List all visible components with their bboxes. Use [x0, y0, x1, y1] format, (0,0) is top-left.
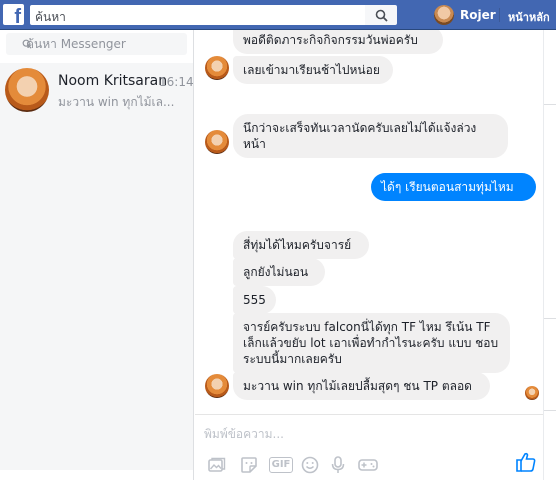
- like-button[interactable]: [515, 451, 537, 473]
- search-icon: [22, 39, 32, 49]
- divider: [499, 8, 500, 22]
- divider: [544, 410, 556, 411]
- microphone-icon: [331, 456, 345, 473]
- top-navigation-bar: f Rojer หน้าหลัก: [0, 0, 556, 30]
- message-incoming: จารย์ครับระบบ falconนี่ได้ทุก TF ไหม รึเ…: [233, 313, 510, 373]
- sidebar-empty-area: [0, 153, 193, 470]
- message-thread[interactable]: พอดีติดภาระกิจกิจกรรมวันพ่อครับ เลยเข้าม…: [195, 30, 543, 414]
- voice-clip-button[interactable]: [328, 455, 348, 475]
- message-incoming: ลูกยังไม่นอน: [233, 258, 325, 286]
- facebook-logo-icon[interactable]: f: [3, 4, 24, 25]
- message-incoming: 555: [233, 286, 276, 314]
- seen-indicator: [525, 386, 539, 400]
- message-incoming: สี่ทุ่มได้ไหมครับจารย์: [233, 231, 369, 259]
- search-icon: [375, 9, 388, 22]
- conversation-time: 16:14: [159, 75, 194, 89]
- message-incoming: มะวาน win ทุกไม้เลยปลื้มสุดๆ ชน TP ตลอด: [233, 372, 490, 400]
- sticker-button[interactable]: [239, 455, 259, 475]
- gamepad-icon: [358, 459, 378, 471]
- conversation-item[interactable]: Noom Kritsaran 16:14 มะวาน win ทุกไม้เล.…: [0, 63, 194, 153]
- gif-button[interactable]: GIF: [268, 455, 294, 475]
- contact-name: Noom Kritsaran: [58, 73, 168, 89]
- global-search-button[interactable]: [365, 5, 397, 25]
- message-incoming: พอดีติดภาระกิจกิจกรรมวันพ่อครับ: [233, 30, 443, 54]
- games-button[interactable]: [357, 455, 379, 475]
- photo-button[interactable]: [207, 455, 227, 475]
- divider: [544, 104, 556, 105]
- divider: [544, 318, 556, 319]
- message-outgoing: ได้ๆ เรียนตอนสามทุ่มไหม: [371, 173, 536, 201]
- profile-link[interactable]: Rojer: [434, 4, 496, 26]
- global-search-input[interactable]: [31, 8, 364, 26]
- home-link[interactable]: หน้าหลัก: [508, 8, 550, 26]
- user-name: Rojer: [460, 8, 496, 22]
- global-search[interactable]: [30, 5, 365, 26]
- emoji-button[interactable]: [300, 455, 320, 475]
- photo-icon: [208, 457, 226, 472]
- thumbs-up-icon: [516, 452, 536, 472]
- user-avatar: [434, 5, 454, 25]
- contact-avatar: [205, 56, 229, 80]
- conversation-preview: มะวาน win ทุกไม้เล...: [58, 95, 175, 109]
- messenger-search-input[interactable]: [26, 37, 176, 51]
- gif-icon: GIF: [268, 457, 294, 473]
- message-input[interactable]: [204, 427, 524, 441]
- messenger-search[interactable]: [6, 33, 187, 55]
- right-panel-edge: [543, 30, 556, 480]
- contact-avatar: [205, 374, 229, 398]
- contact-avatar: [5, 68, 49, 112]
- message-composer: GIF: [195, 414, 543, 480]
- conversation-sidebar: Noom Kritsaran 16:14 มะวาน win ทุกไม้เล.…: [0, 30, 194, 480]
- emoji-icon: [301, 456, 319, 474]
- contact-avatar: [205, 130, 229, 154]
- message-incoming: เลยเข้ามาเรียนช้าไปหน่อย: [233, 56, 393, 84]
- message-incoming: นึกว่าจะเสร็จทันเวลานัดครับเลยไม่ได้แจ้ง…: [233, 114, 508, 158]
- sticker-icon: [241, 457, 257, 473]
